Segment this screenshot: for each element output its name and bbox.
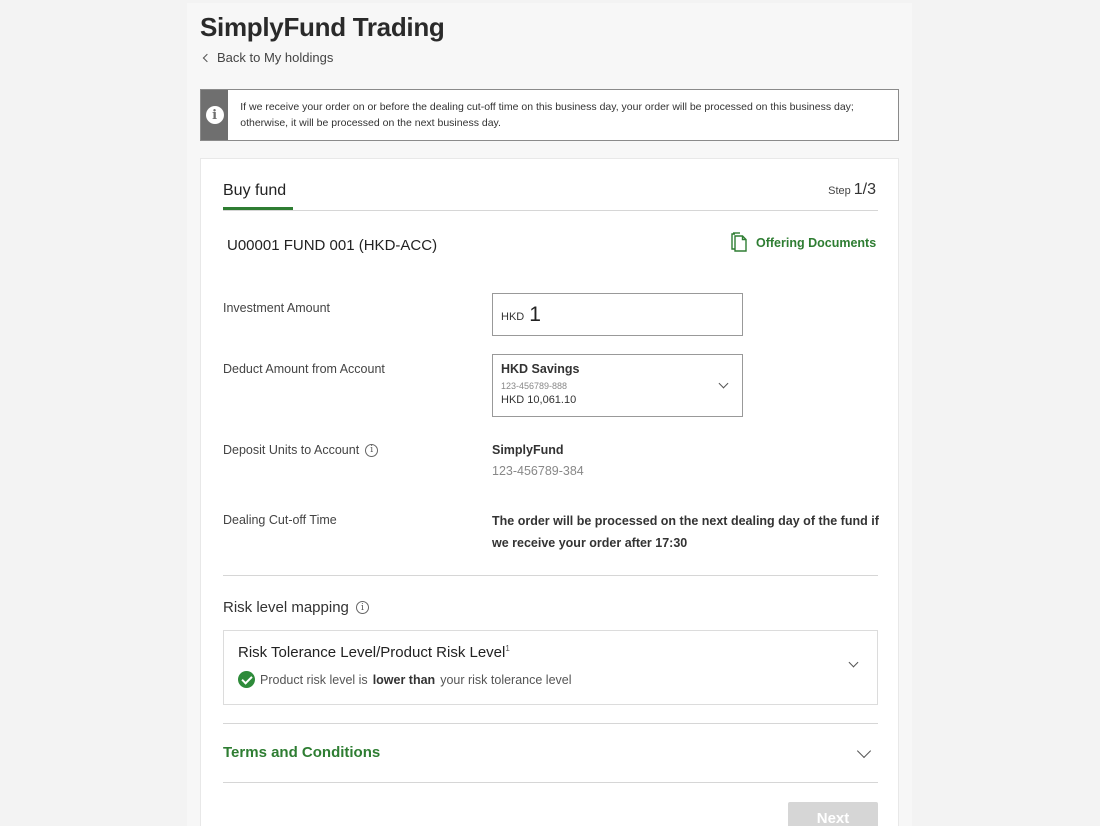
buy-fund-card: Buy fund Step 1/3 U00001 FUND 001 (HKD-A… <box>200 158 899 826</box>
amount-value: 1 <box>529 302 541 326</box>
deposit-account-number: 123-456789-384 <box>492 464 584 478</box>
notice-icon-box: i <box>201 90 229 140</box>
risk-heading: Risk Tolerance Level/Product Risk Level1 <box>238 644 510 661</box>
risk-status: Product risk level is lower than your ri… <box>238 671 572 688</box>
risk-level-accordion[interactable]: Risk Tolerance Level/Product Risk Level1… <box>223 630 878 705</box>
check-circle-icon <box>238 671 255 688</box>
tab-divider <box>223 210 878 211</box>
section-divider <box>223 575 878 576</box>
terms-and-conditions-toggle[interactable]: Terms and Conditions <box>223 744 380 761</box>
chevron-down-icon <box>848 657 859 668</box>
info-notice: i If we receive your order on or before … <box>200 89 899 141</box>
account-name: HKD Savings <box>501 362 580 376</box>
info-icon: i <box>205 106 224 124</box>
offering-documents-label: Offering Documents <box>756 235 877 250</box>
risk-status-prefix: Product risk level is <box>260 672 368 687</box>
deposit-units-label: Deposit Units to Account i <box>223 443 379 457</box>
deduct-account-label: Deduct Amount from Account <box>223 362 385 376</box>
step-label: Step <box>828 185 851 197</box>
deposit-units-label-text: Deposit Units to Account <box>223 443 360 457</box>
fund-name: U00001 FUND 001 (HKD-ACC) <box>227 237 438 254</box>
cutoff-description: The order will be processed on the next … <box>492 514 879 550</box>
notice-text: If we receive your order on or before th… <box>240 101 854 129</box>
section-divider <box>223 723 878 724</box>
info-icon[interactable]: i <box>365 443 379 457</box>
chevron-left-icon <box>202 53 212 62</box>
risk-heading-text: Risk Tolerance Level/Product Risk Level <box>238 644 506 661</box>
step-value: 1/3 <box>853 181 876 198</box>
cutoff-label-text: Dealing Cut-off Time <box>223 513 337 527</box>
investment-amount-input[interactable]: HKD 1 <box>492 293 743 336</box>
deposit-account-name: SimplyFund <box>492 443 564 457</box>
back-link[interactable]: Back to My holdings <box>202 50 334 65</box>
document-icon <box>731 232 747 252</box>
account-number: 123-456789-888 <box>501 381 568 391</box>
cutoff-label: Dealing Cut-off Time <box>223 513 337 527</box>
risk-status-suffix: your risk tolerance level <box>440 672 572 687</box>
back-link-label: Back to My holdings <box>217 50 334 65</box>
account-balance: HKD 10,061.10 <box>501 394 577 406</box>
deduct-account-select[interactable]: HKD Savings 123-456789-888 HKD 10,061.10 <box>492 354 743 417</box>
investment-amount-label-text: Investment Amount <box>223 301 331 315</box>
offering-documents-link[interactable]: Offering Documents <box>730 232 876 253</box>
investment-amount-label: Investment Amount <box>223 301 330 315</box>
risk-mapping-title: Risk level mapping i <box>223 599 369 616</box>
footnote-marker: 1 <box>505 644 510 653</box>
risk-status-bold: lower than <box>372 672 436 687</box>
next-button[interactable]: Next <box>788 802 878 826</box>
chevron-down-icon[interactable] <box>856 743 872 759</box>
step-indicator: Step 1/3 <box>828 181 876 199</box>
amount-currency: HKD <box>501 310 525 323</box>
info-icon[interactable]: i <box>355 601 369 614</box>
risk-mapping-title-text: Risk level mapping <box>223 599 349 616</box>
tab-buy-fund: Buy fund <box>223 182 287 199</box>
deduct-account-label-text: Deduct Amount from Account <box>223 362 385 376</box>
section-divider <box>223 782 878 783</box>
page-title: SimplyFund Trading <box>200 12 445 42</box>
